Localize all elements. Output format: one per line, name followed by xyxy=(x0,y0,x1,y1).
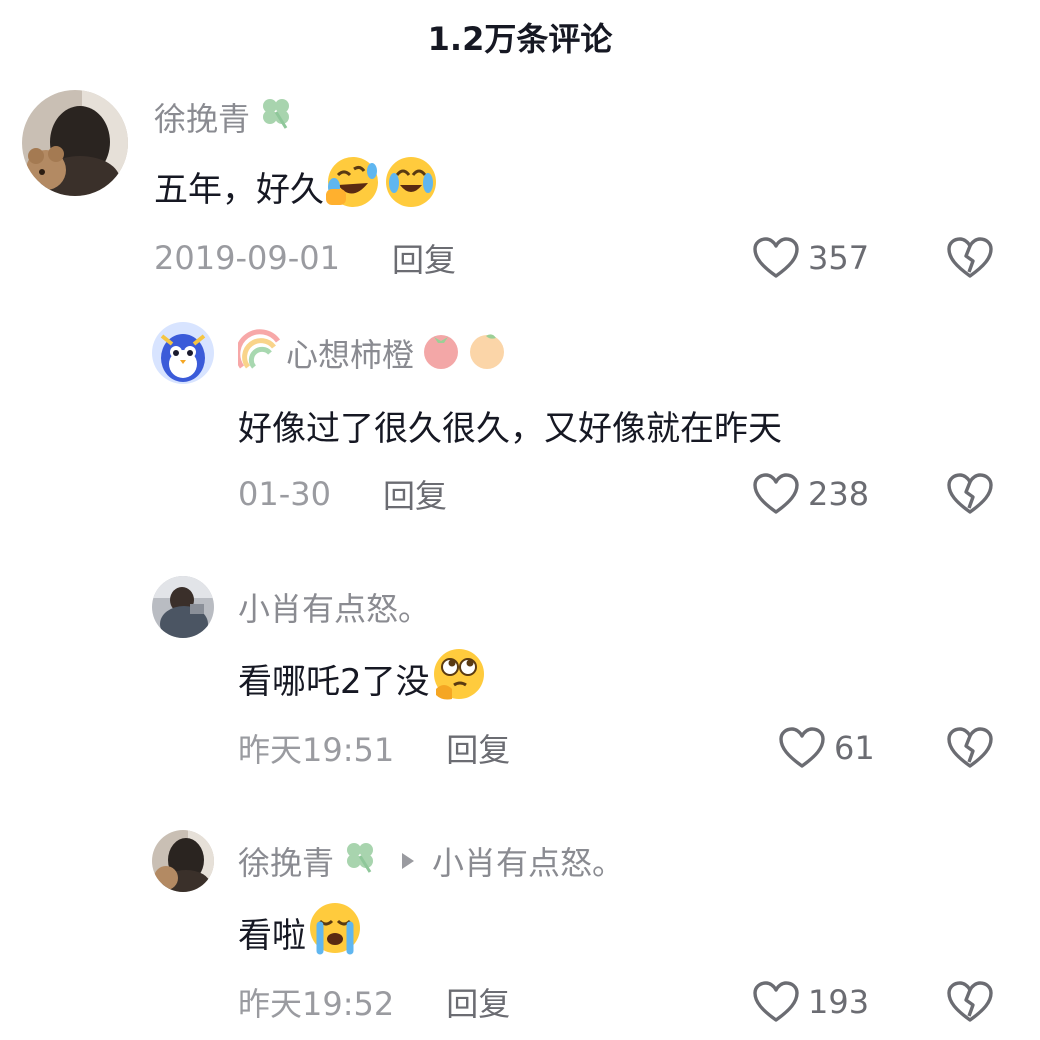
comment-date: 昨天19:52 xyxy=(238,985,395,1023)
like-button[interactable]: 193 xyxy=(752,978,869,1026)
comment-meta-row: 昨天19:51 回复 xyxy=(238,726,510,770)
reply-to-author[interactable]: 小肖有点怒。 xyxy=(432,838,624,884)
reply-button[interactable]: 回复 xyxy=(446,725,510,771)
like-count: 193 xyxy=(808,983,870,1021)
like-button[interactable]: 238 xyxy=(752,470,869,518)
comment-author[interactable]: 徐挽青 xyxy=(238,838,334,884)
comment-date: 01-30 xyxy=(238,475,331,513)
comment-author[interactable]: 心想柿橙 xyxy=(286,330,414,376)
comment-text: 好像过了很久很久，又好像就在昨天 xyxy=(238,408,782,449)
heart-outline-icon xyxy=(752,236,800,280)
reply-button[interactable]: 回复 xyxy=(383,471,447,517)
comment-date: 昨天19:51 xyxy=(238,731,395,769)
comment-author[interactable]: 小肖有点怒。 xyxy=(238,584,430,630)
dislike-button[interactable] xyxy=(946,236,994,280)
comment-meta-row: 01-30 回复 xyxy=(238,472,447,516)
heart-outline-icon xyxy=(778,726,826,770)
comment-meta-row: 2019-09-01 回复 xyxy=(154,236,456,280)
broken-heart-icon xyxy=(946,236,994,280)
like-count: 238 xyxy=(808,475,870,513)
reply-button[interactable]: 回复 xyxy=(392,235,456,281)
avatar[interactable] xyxy=(152,322,214,384)
orange-icon xyxy=(464,328,510,378)
dislike-button[interactable] xyxy=(946,472,994,516)
avatar[interactable] xyxy=(22,90,128,196)
comment-text-row: 看啦 xyxy=(238,902,364,960)
comment-count-title: 1.2万条评论 xyxy=(427,20,613,58)
thinking-rolling-eyes-emoji xyxy=(430,645,488,712)
comment-author[interactable]: 徐挽青 xyxy=(154,94,250,140)
comment-date: 2019-09-01 xyxy=(154,239,340,277)
comment-text-row: 看哪吒2了没 xyxy=(238,648,488,706)
rainbow-icon xyxy=(235,329,282,377)
reply-button[interactable]: 回复 xyxy=(446,979,510,1025)
comment-text: 看哪吒2了没 xyxy=(238,661,430,702)
avatar[interactable] xyxy=(152,830,214,892)
dislike-button[interactable] xyxy=(946,980,994,1024)
comment-author-row: 小肖有点怒。 xyxy=(238,586,430,628)
like-count: 61 xyxy=(834,729,875,767)
comment-text: 看啦 xyxy=(238,915,306,956)
tomato-icon xyxy=(418,328,464,378)
dislike-button[interactable] xyxy=(946,726,994,770)
broken-heart-icon xyxy=(946,726,994,770)
broken-heart-icon xyxy=(946,472,994,516)
comment-author-row: 心想柿橙 xyxy=(235,329,510,377)
like-button[interactable]: 61 xyxy=(778,724,875,772)
comment-text-row: 好像过了很久很久，又好像就在昨天 xyxy=(238,398,782,452)
rolling-laughing-emoji xyxy=(324,153,382,220)
four-leaf-clover-icon xyxy=(340,840,380,882)
comment-text: 五年，好久 xyxy=(154,169,324,210)
crying-laughing-emoji xyxy=(382,153,440,220)
comment-meta-row: 昨天19:52 回复 xyxy=(238,980,510,1024)
like-button[interactable]: 357 xyxy=(752,234,869,282)
heart-outline-icon xyxy=(752,980,800,1024)
comment-author-row: 徐挽青 xyxy=(154,96,296,138)
like-count: 357 xyxy=(808,239,870,277)
crying-emoji xyxy=(306,899,364,966)
triangle-right-icon xyxy=(402,853,415,869)
avatar[interactable] xyxy=(152,576,214,638)
comment-text-row: 五年，好久 xyxy=(154,156,440,214)
comment-author-row: 徐挽青 小肖有点怒。 xyxy=(238,840,624,882)
heart-outline-icon xyxy=(752,472,800,516)
four-leaf-clover-icon xyxy=(256,96,296,138)
broken-heart-icon xyxy=(946,980,994,1024)
